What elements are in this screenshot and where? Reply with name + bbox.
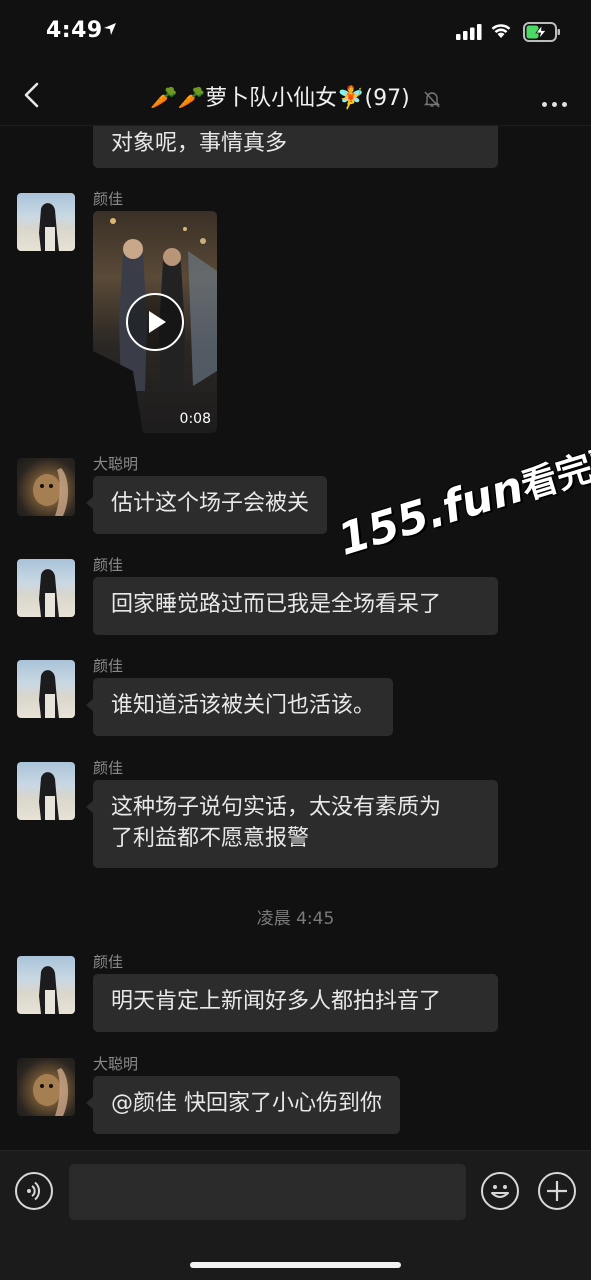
location-arrow-icon (104, 23, 116, 35)
wifi-icon (491, 24, 511, 38)
message-bubble[interactable]: 估计这个场子会被关 (85, 476, 328, 534)
message-bubble[interactable]: 谁知道活该被关门也活该。 (85, 678, 394, 736)
message-text-line: 了利益都不愿意报警 (111, 826, 310, 851)
voice-icon[interactable] (15, 1172, 53, 1210)
avatar[interactable] (17, 660, 75, 718)
sender-name: 大聪明 (93, 1055, 139, 1073)
message-bubble[interactable]: 回家睡觉路过而已我是全场看呆了 (93, 577, 498, 635)
message-text: 谁知道活该被关门也活该。 (111, 693, 376, 718)
group-name: 🥕🥕萝卜队小仙女🧚(97) (150, 86, 410, 111)
sender-name: 颜佳 (93, 190, 124, 208)
play-icon[interactable] (126, 293, 184, 351)
sender-name: 颜佳 (93, 953, 124, 971)
video-duration: 0:08 (179, 411, 211, 427)
message-bubble[interactable]: @颜佳 快回家了小心伤到你 (86, 1076, 400, 1134)
more-dots-icon[interactable] (537, 92, 567, 111)
avatar[interactable] (17, 559, 75, 617)
sender-name: 颜佳 (93, 657, 124, 675)
time-divider: 凌晨 4:45 (256, 909, 335, 929)
battery-charging-icon (523, 22, 560, 42)
avatar[interactable] (17, 193, 75, 251)
message-input[interactable] (69, 1164, 466, 1220)
avatar[interactable] (17, 1058, 75, 1116)
message-bubble[interactable]: 这种场子说句实话，太没有素质为 了利益都不愿意报警 (86, 780, 498, 868)
message-text: 对象呢，事情真多 (111, 131, 288, 156)
home-indicator[interactable] (190, 1262, 401, 1268)
message-text-line: 这种场子说句实话，太没有素质为 (111, 795, 442, 820)
sender-name: 颜佳 (93, 759, 124, 777)
message-text: 明天肯定上新闻好多人都拍抖音了 (111, 989, 442, 1014)
avatar[interactable] (17, 458, 75, 516)
video-message[interactable]: 0:08 (93, 211, 217, 433)
input-bar (0, 1150, 591, 1280)
emoji-icon[interactable] (481, 1172, 519, 1210)
cellular-signal-icon (456, 24, 482, 40)
sender-name: 颜佳 (93, 556, 124, 574)
message-text: @颜佳 快回家了小心伤到你 (111, 1091, 382, 1116)
sender-name: 大聪明 (93, 455, 139, 473)
message-text: 估计这个场子会被关 (111, 491, 310, 516)
status-time: 4:49 (46, 18, 103, 43)
avatar[interactable] (17, 956, 75, 1014)
message-bubble[interactable]: 对象呢，事情真多 (93, 126, 498, 168)
status-bar: 4:49 (0, 0, 591, 64)
chat-title: 🥕🥕萝卜队小仙女🧚(97) (0, 80, 591, 112)
plus-icon[interactable] (538, 1172, 576, 1210)
chat-header: 🥕🥕萝卜队小仙女🧚(97) (0, 64, 591, 126)
avatar[interactable] (17, 762, 75, 820)
message-bubble[interactable]: 明天肯定上新闻好多人都拍抖音了 (93, 974, 498, 1032)
mute-bell-icon (423, 91, 440, 108)
message-list[interactable]: 对象呢，事情真多 颜佳 0:08 大聪明 估计这个场子会被关 颜佳 回家睡觉路过… (0, 126, 591, 1150)
message-text: 回家睡觉路过而已我是全场看呆了 (111, 592, 442, 617)
